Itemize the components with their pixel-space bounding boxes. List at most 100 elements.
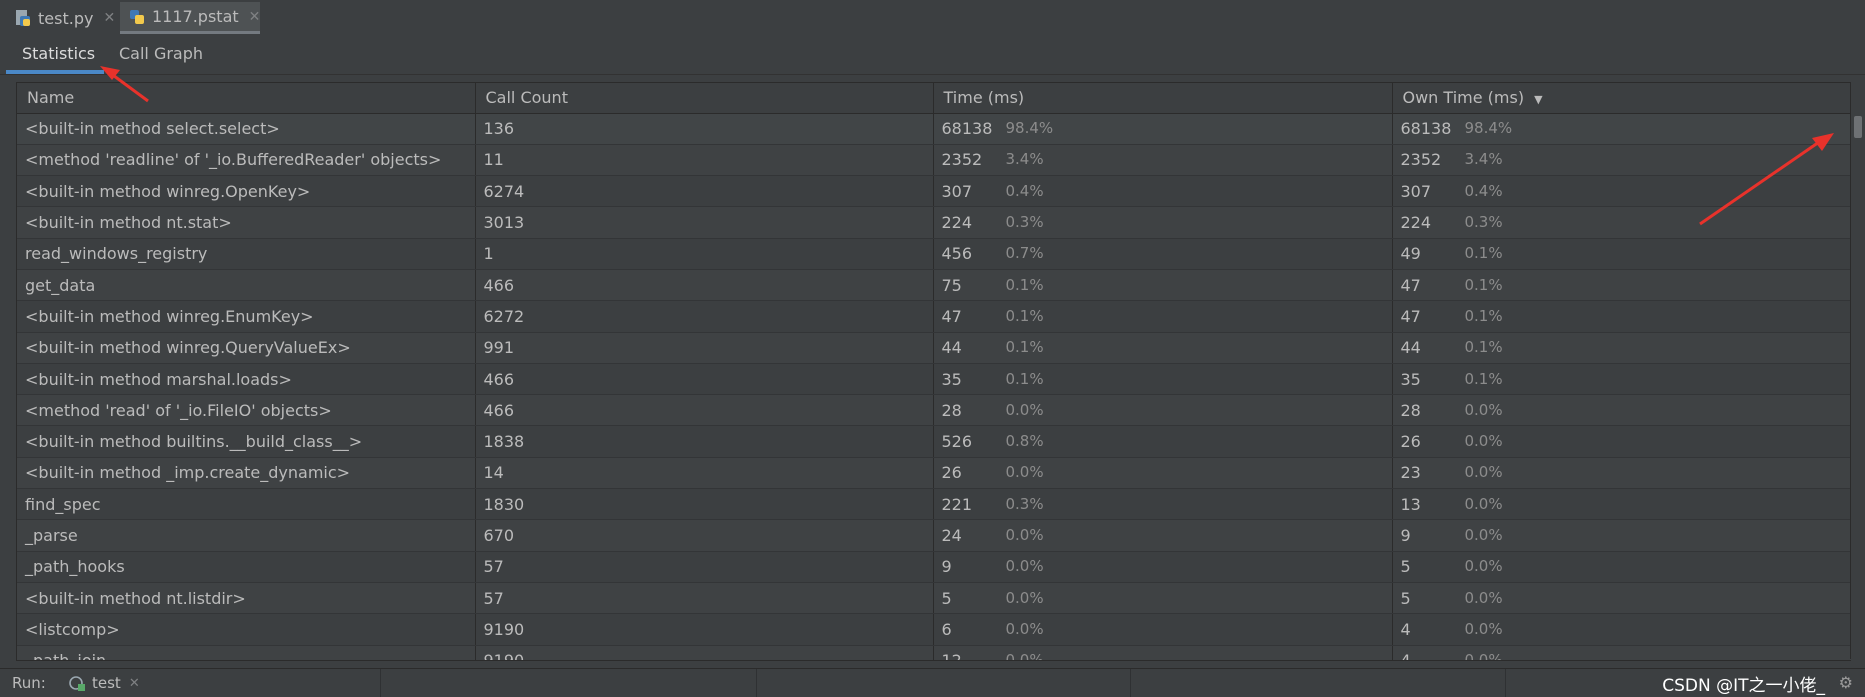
cell-own-time-content: 4 0.0% [1401,620,1851,639]
cell-call-count: 466 [475,269,934,302]
own-time-value: 5 [1400,557,1411,577]
cell-own-time-content: 307 0.4% [1401,182,1851,201]
close-icon[interactable]: ✕ [129,676,140,691]
column-header-time[interactable]: Time (ms) [933,83,1393,114]
table-row[interactable]: <method 'read' of '_io.FileIO' objects> 4… [17,394,1851,427]
cell-time-content: 35 0.1% [942,370,1392,389]
call-count-value: 14 [483,463,504,483]
table-row[interactable]: find_spec 1830 221 0.3% 13 0.0% [17,488,1851,521]
table-row[interactable]: <built-in method winreg.QueryValueEx> 991… [17,332,1851,364]
cell-call-count: 9190 [475,613,934,646]
table-row[interactable]: _path_join 9190 12 0.0% 4 0.0% [17,645,1851,661]
own-time-percent: 0.0% [1464,619,1503,638]
table-row[interactable]: _parse 670 24 0.0% 9 0.0% [17,519,1851,552]
table-row[interactable]: <listcomp> 9190 6 0.0% 4 0.0% [17,613,1851,646]
cell-call-count-content: 1830 [484,495,933,514]
cell-own-time: 23 0.0% [1392,457,1851,490]
time-value: 24 [941,526,962,545]
cell-name-content: <built-in method winreg.OpenKey> [25,182,474,201]
gear-icon[interactable]: ⚙ [1839,673,1853,692]
cell-time-content: 68138 98.4% [942,119,1392,138]
cell-call-count: 670 [475,519,934,552]
cell-name: <listcomp> [17,613,476,646]
cell-own-time-content: 28 0.0% [1401,401,1851,420]
cell-time: 5 0.0% [933,582,1393,615]
own-time-value: 4 [1400,651,1411,661]
cell-name: <built-in method builtins.__build_class_… [17,425,476,458]
time-value: 44 [941,338,962,358]
own-time-percent: 0.1% [1464,338,1503,357]
cell-time-content: 6 0.0% [942,620,1392,639]
cell-call-count: 136 [475,113,934,145]
column-header-label: Name [27,88,75,108]
cell-call-count: 1 [475,238,934,270]
own-time-value: 47 [1400,306,1421,326]
cell-name-content: <built-in method nt.listdir> [25,589,474,608]
cell-name-content: <built-in method nt.stat> [25,213,474,232]
time-value: 456 [941,244,973,264]
cell-name: <built-in method _imp.create_dynamic> [17,457,476,490]
cell-name: _path_hooks [17,551,476,583]
time-percent: 0.0% [1005,651,1044,661]
column-header-name[interactable]: Name [17,83,476,114]
time-percent: 0.0% [1005,526,1044,544]
cell-own-time: 5 0.0% [1392,582,1851,615]
run-tab-test[interactable]: test ✕ [68,672,140,694]
close-icon[interactable]: ✕ [249,9,261,25]
run-label: Run: [12,674,46,692]
cell-name: get_data [17,269,476,302]
table-row[interactable]: <built-in method _imp.create_dynamic> 14 2… [17,457,1851,490]
cell-call-count-content: 1 [484,244,933,263]
cell-name: <built-in method nt.listdir> [17,582,476,615]
divider [380,669,381,697]
editor-tab-pstat[interactable]: 1117.pstat ✕ [120,2,260,34]
time-percent: 0.3% [1005,494,1044,513]
table-row[interactable]: <built-in method winreg.OpenKey> 6274 307 0… [17,175,1851,208]
cell-time-content: 2352 3.4% [942,150,1392,169]
table-row[interactable]: <built-in method nt.listdir> 57 5 0.0% 5 0.0% [17,582,1851,615]
table-row[interactable]: <method 'readline' of '_io.BufferedReade… [17,144,1851,177]
cell-time: 307 0.4% [933,175,1393,208]
time-percent: 0.0% [1005,619,1044,638]
table-row[interactable]: <built-in method winreg.EnumKey> 6272 47 0.… [17,300,1851,333]
cell-time: 44 0.1% [933,332,1393,364]
column-header-label: Call Count [485,88,568,108]
table-row[interactable]: <built-in method marshal.loads> 466 35 0.1%… [17,363,1851,396]
cell-call-count-content: 466 [484,276,933,295]
table-row[interactable]: <built-in method select.select> 136 68138 9… [17,113,1851,145]
cell-name-content: <built-in method winreg.EnumKey> [25,307,474,326]
cell-time-content: 456 0.7% [942,244,1392,263]
table-row[interactable]: <built-in method builtins.__build_class_… [17,425,1851,458]
own-time-percent: 0.0% [1464,494,1503,513]
editor-tab-test-py[interactable]: test.py ✕ [14,2,118,34]
close-icon[interactable]: ✕ [103,10,115,26]
cell-own-time-content: 224 0.3% [1401,213,1851,232]
column-header-call-count[interactable]: Call Count [475,83,934,114]
table-row[interactable]: _path_hooks 57 9 0.0% 5 0.0% [17,551,1851,583]
watermark: CSDN @IT之一小佬_ [1662,676,1825,696]
column-header-label: Time (ms) [943,88,1025,108]
cell-name-content: find_spec [25,495,474,514]
cell-name-content: <built-in method builtins.__build_class_… [25,432,474,451]
cell-own-time: 5 0.0% [1392,551,1851,583]
own-time-percent: 0.1% [1464,369,1503,388]
cell-call-count-content: 9190 [484,620,933,639]
time-percent: 0.0% [1005,400,1044,419]
cell-own-time: 4 0.0% [1392,613,1851,646]
time-value: 47 [941,306,962,326]
column-header-own-time[interactable]: Own Time (ms) ▼ [1392,83,1851,114]
cell-name-content: <listcomp> [25,620,474,639]
function-name: <built-in method winreg.QueryValueEx> [25,338,351,358]
tab-call-graph[interactable]: Call Graph [103,36,219,74]
tab-statistics[interactable]: Statistics [6,36,104,74]
call-count-value: 9190 [483,619,525,639]
call-count-value: 670 [483,526,515,545]
table-row[interactable]: read_windows_registry 1 456 0.7% 49 0.1% [17,238,1851,270]
own-time-percent: 3.4% [1464,150,1503,169]
table-row[interactable]: get_data 466 75 0.1% 47 0.1% [17,269,1851,302]
vertical-scrollbar[interactable] [1850,82,1865,659]
scrollbar-thumb[interactable] [1854,116,1862,138]
table-row[interactable]: <built-in method nt.stat> 3013 224 0.3% 224 0… [17,206,1851,239]
cell-time-content: 24 0.0% [942,526,1392,545]
own-time-value: 28 [1400,400,1421,420]
